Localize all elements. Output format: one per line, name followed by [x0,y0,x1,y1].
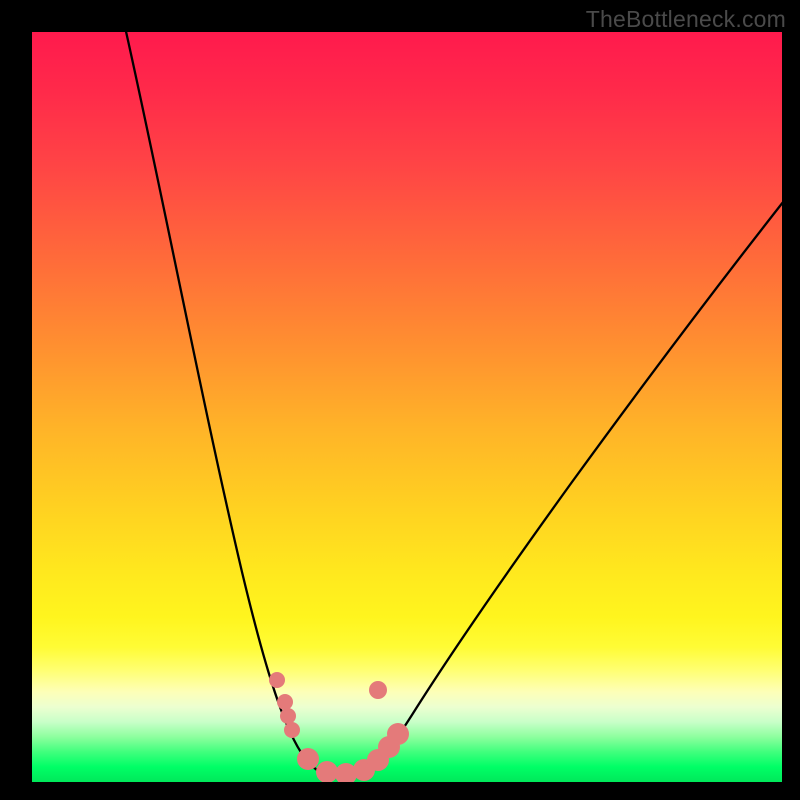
curve-layer [32,32,782,782]
chart-frame: TheBottleneck.com [0,0,800,800]
data-marker [284,722,300,738]
data-marker [297,748,319,770]
data-marker [316,761,338,782]
left-branch-curve [125,32,337,777]
watermark-text: TheBottleneck.com [586,6,786,33]
marker-group [269,672,409,782]
data-marker [387,723,409,745]
data-marker [280,708,296,724]
plot-area [32,32,782,782]
data-marker [369,681,387,699]
data-marker [277,694,293,710]
right-branch-curve [357,197,782,777]
data-marker [269,672,285,688]
